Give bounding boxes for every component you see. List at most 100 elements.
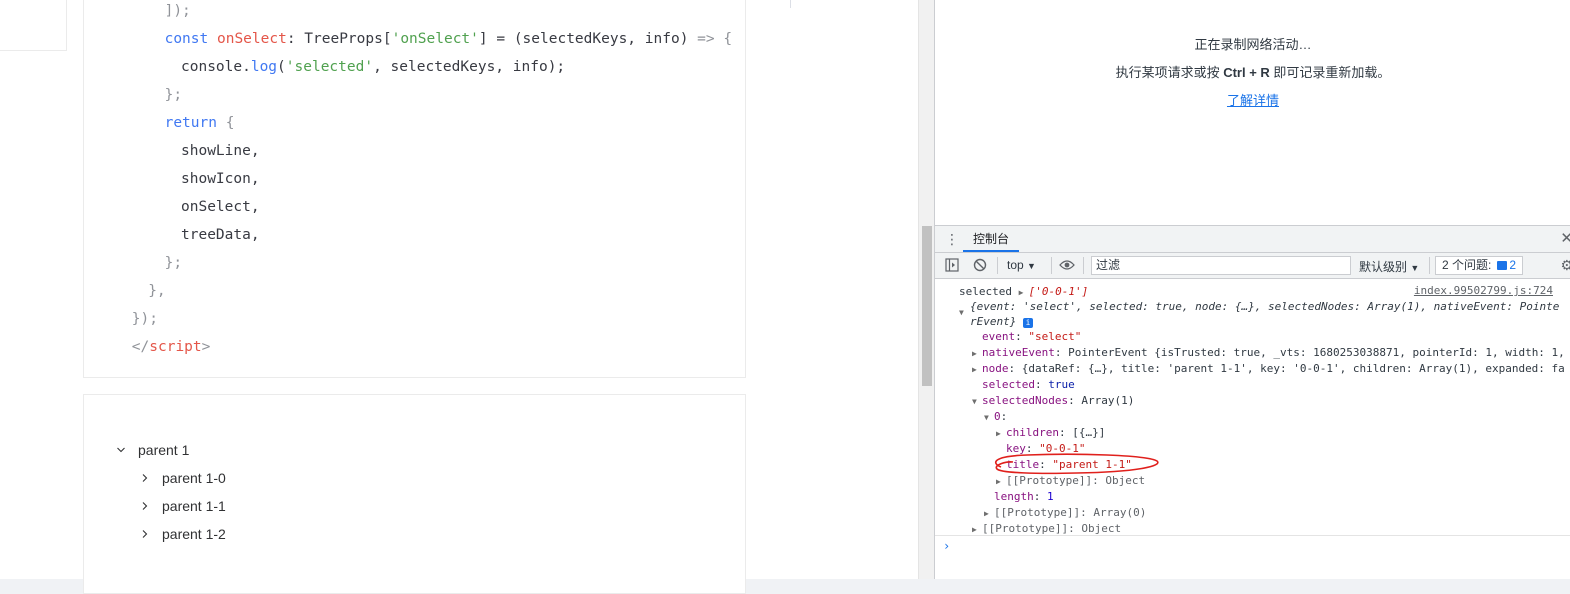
live-expression-eye-icon[interactable] bbox=[1059, 259, 1075, 274]
context-select[interactable]: top ▼ bbox=[1007, 258, 1036, 272]
prop-native-event[interactable]: ▶ nativeEvent: PointerEvent {isTrusted: t… bbox=[972, 345, 1565, 361]
code-line: const onSelect: TreeProps['onSelect'] = … bbox=[165, 29, 732, 49]
dropdown-arrow-icon: ▼ bbox=[1027, 261, 1036, 271]
code-token: ] = (selectedKeys, info) bbox=[478, 31, 698, 47]
prop-index-0[interactable]: ▼ 0: bbox=[984, 409, 1007, 425]
scrollbar-thumb[interactable] bbox=[922, 226, 932, 386]
chevron-down-icon[interactable] bbox=[116, 445, 126, 455]
prop-prototype-object[interactable]: ▶ [[Prototype]]: Object bbox=[996, 473, 1145, 489]
code-line: return { bbox=[165, 113, 235, 133]
expand-triangle-icon[interactable]: ▶ bbox=[996, 426, 1006, 441]
code-token: : TreeProps[ bbox=[286, 31, 392, 47]
issues-badge: 2 bbox=[1497, 257, 1516, 274]
code-token: console. bbox=[181, 59, 251, 75]
object-summary[interactable]: ▼ {event: 'select', selected: true, node:… bbox=[959, 299, 1559, 317]
tree-node[interactable]: parent 1-1 bbox=[140, 496, 226, 516]
code-token: { bbox=[225, 115, 235, 131]
reload-shortcut: Ctrl + R bbox=[1223, 65, 1270, 80]
log-source-link[interactable]: index.99502799.js:724 bbox=[1414, 284, 1553, 297]
prop-selected-nodes[interactable]: ▼ selectedNodes: Array(1) bbox=[972, 393, 1134, 409]
network-hint: 执行某项请求或按 Ctrl + R 即可记录重新加载。 bbox=[1115, 65, 1391, 80]
drawer-tabbar: ⋮ 控制台 ✕ bbox=[935, 225, 1570, 253]
expand-triangle-icon[interactable]: ▶ bbox=[984, 506, 994, 521]
tree-node[interactable]: parent 1-0 bbox=[140, 468, 226, 488]
info-icon[interactable]: i bbox=[1022, 318, 1033, 328]
page-scrollbar[interactable] bbox=[918, 0, 934, 579]
chevron-right-icon[interactable] bbox=[140, 473, 150, 483]
code-line: showLine, bbox=[181, 141, 260, 161]
tree-demo-card: parent 1 parent 1-0 parent 1-1 parent 1-2 bbox=[83, 394, 746, 594]
object-summary-cont: rEvent} i bbox=[970, 314, 1033, 329]
log-message: selected ▶ ['0-0-1'] bbox=[959, 285, 1089, 300]
chevron-right-icon[interactable] bbox=[140, 529, 150, 539]
tree-node-label[interactable]: parent 1-0 bbox=[162, 470, 226, 486]
console-output: selected ▶ ['0-0-1'] index.99502799.js:72… bbox=[935, 280, 1570, 579]
learn-more-link[interactable]: 了解详情 bbox=[1227, 93, 1279, 108]
toolbar-separator bbox=[1051, 257, 1052, 274]
toolbar-separator bbox=[1083, 257, 1084, 274]
tree-node[interactable]: parent 1-2 bbox=[140, 524, 226, 544]
page-content: ]); const onSelect: TreeProps['onSelect']… bbox=[0, 0, 918, 594]
close-icon[interactable]: ✕ bbox=[1560, 229, 1570, 247]
issue-icon bbox=[1497, 261, 1508, 270]
tree-node[interactable]: parent 1 bbox=[116, 440, 189, 460]
code-token: onSelect, bbox=[181, 199, 260, 215]
code-token: onSelect bbox=[216, 31, 287, 47]
more-vertical-icon[interactable]: ⋮ bbox=[945, 231, 959, 247]
code-token: log bbox=[250, 59, 278, 75]
log-levels-select[interactable]: 默认级别 ▼ bbox=[1359, 258, 1419, 275]
chevron-right-icon[interactable] bbox=[140, 501, 150, 511]
code-line: treeData, bbox=[181, 225, 260, 245]
sidebar-toggle-icon[interactable] bbox=[945, 258, 959, 275]
tree-node-label[interactable]: parent 1-1 bbox=[162, 498, 226, 514]
code-line: </script> bbox=[132, 337, 211, 357]
code-line: onSelect, bbox=[181, 197, 260, 217]
learn-more: 了解详情 bbox=[935, 90, 1570, 109]
filter-input[interactable]: 过滤 bbox=[1091, 256, 1351, 275]
prop-event: event: "select" bbox=[982, 330, 1082, 343]
code-token: script bbox=[149, 339, 202, 355]
side-divider bbox=[790, 0, 791, 8]
prop-prototype-array[interactable]: ▶ [[Prototype]]: Array(0) bbox=[984, 505, 1146, 521]
console-toolbar: top ▼ 过滤 默认级别 ▼ 2 个问题: 2 ⚙ bbox=[935, 253, 1570, 279]
code-token: const bbox=[164, 31, 217, 47]
code-token: 'onSelect' bbox=[391, 31, 479, 47]
code-token: > bbox=[201, 339, 211, 355]
code-line: }); bbox=[132, 309, 158, 329]
code-token: </ bbox=[131, 339, 150, 355]
toolbar-separator bbox=[997, 257, 998, 274]
expand-triangle-icon[interactable]: ▶ bbox=[972, 346, 982, 361]
code-token: treeData, bbox=[181, 227, 260, 243]
console-prompt[interactable]: › bbox=[935, 535, 1570, 558]
expand-triangle-icon[interactable]: ▶ bbox=[972, 362, 982, 377]
network-empty-state: 正在录制网络活动… 执行某项请求或按 Ctrl + R 即可记录重新加载。 了解… bbox=[935, 0, 1570, 225]
expand-triangle-icon[interactable]: ▶ bbox=[1019, 285, 1029, 300]
code-block-card: ]); const onSelect: TreeProps['onSelect']… bbox=[83, 0, 746, 378]
chevron-right-icon: › bbox=[943, 539, 951, 553]
collapse-triangle-icon[interactable]: ▼ bbox=[984, 410, 994, 425]
code-token: ( bbox=[277, 59, 286, 75]
code-token: , selectedKeys, info); bbox=[373, 59, 566, 75]
collapse-triangle-icon[interactable]: ▼ bbox=[972, 394, 982, 409]
code-token: showLine, bbox=[181, 143, 260, 159]
prop-selected: selected: true bbox=[982, 378, 1075, 391]
tree-node-label[interactable]: parent 1-2 bbox=[162, 526, 226, 542]
tree-node-label[interactable]: parent 1 bbox=[138, 442, 189, 458]
gear-icon[interactable]: ⚙ bbox=[1560, 257, 1570, 274]
prop-node[interactable]: ▶ node: {dataRef: {…}, title: 'parent 1-1… bbox=[972, 361, 1565, 377]
code-token: showIcon, bbox=[181, 171, 260, 187]
collapse-triangle-icon[interactable]: ▼ bbox=[959, 305, 969, 320]
clear-console-icon[interactable] bbox=[973, 258, 987, 275]
tab-console[interactable]: 控制台 bbox=[963, 226, 1020, 252]
network-recording-text: 正在录制网络活动… bbox=[1194, 37, 1312, 52]
code-token: => { bbox=[697, 31, 733, 47]
issues-button[interactable]: 2 个问题: 2 bbox=[1435, 256, 1524, 275]
red-ellipse-annotation bbox=[995, 453, 1159, 475]
code-token: }; bbox=[164, 87, 183, 103]
code-token: return bbox=[164, 115, 226, 131]
expand-triangle-icon[interactable]: ▶ bbox=[996, 474, 1006, 489]
code-token: }); bbox=[131, 311, 158, 327]
prop-children[interactable]: ▶ children: [{…}] bbox=[996, 425, 1105, 441]
code-token: 'selected' bbox=[285, 59, 374, 75]
prop-length: length: 1 bbox=[994, 490, 1054, 503]
